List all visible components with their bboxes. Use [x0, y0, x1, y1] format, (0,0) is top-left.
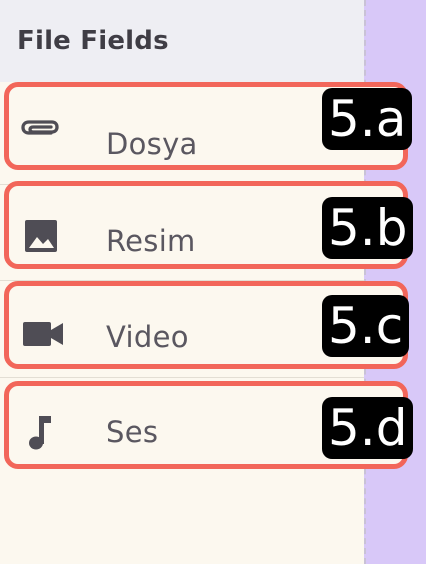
field-item-label: Ses [106, 415, 159, 449]
paperclip-icon [21, 109, 61, 149]
annotation-badge: 5.a [322, 88, 413, 150]
video-camera-icon [21, 314, 63, 354]
music-note-icon [21, 412, 61, 452]
section-title: File Fields [17, 26, 169, 56]
row-divider [0, 377, 364, 378]
image-icon [21, 216, 61, 256]
annotation-badge: 5.d [322, 397, 414, 459]
annotation-badge: 5.b [322, 197, 414, 259]
field-item-label: Resim [106, 224, 196, 258]
sidebar-header: File Fields [0, 0, 364, 83]
annotation-badge: 5.c [322, 295, 410, 357]
field-item-label: Video [106, 320, 189, 354]
field-item-label: Dosya [106, 127, 198, 161]
